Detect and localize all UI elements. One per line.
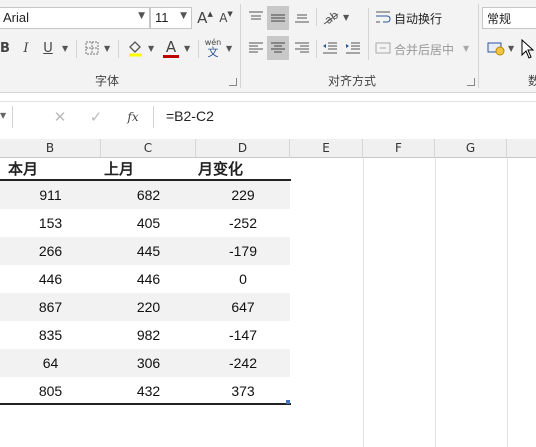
font-name-value: Arial xyxy=(3,10,30,25)
name-box-dropdown-icon[interactable]: ▼ xyxy=(0,111,6,120)
formula-bar: ▼ ✕ ✓ fx =B2-C2 xyxy=(0,101,536,133)
number-format-value: 常规 xyxy=(487,12,512,26)
shrink-font-button[interactable]: A ▼ xyxy=(217,8,235,28)
number-format-combo[interactable]: 常规 xyxy=(482,7,536,29)
formula-input[interactable]: =B2-C2 xyxy=(166,108,214,124)
chevron-down-icon[interactable]: ▼ xyxy=(463,44,469,53)
table-cell[interactable]: 446 xyxy=(101,265,196,293)
chevron-down-icon: ▼ xyxy=(138,11,145,21)
table-cell[interactable]: 647 xyxy=(196,293,290,321)
number-group-label: 数 xyxy=(528,74,536,88)
wrap-text-button[interactable]: 自动换行 xyxy=(394,10,442,27)
mouse-cursor-icon xyxy=(520,38,536,60)
ribbon: Arial ▼ 11 ▼ A ▲ A ▼ B I U ▼ ▼ ▼ A ▼ wén 文… xyxy=(0,0,536,93)
alignment-dialog-launcher[interactable] xyxy=(467,78,475,86)
font-name-combo[interactable]: Arial ▼ xyxy=(0,7,150,29)
chevron-down-icon[interactable]: ▼ xyxy=(148,44,154,53)
font-color-icon: A xyxy=(165,37,177,56)
header-this-month: 本月 xyxy=(8,160,39,178)
increase-indent-icon[interactable] xyxy=(343,37,363,59)
table-cell[interactable]: -242 xyxy=(196,349,290,377)
alignment-group-label: 对齐方式 xyxy=(328,74,377,88)
column-header-g[interactable]: G xyxy=(435,139,507,158)
column-header-h[interactable] xyxy=(507,139,536,158)
table-cell[interactable]: 220 xyxy=(101,293,196,321)
borders-icon[interactable] xyxy=(84,39,100,57)
chevron-down-icon[interactable]: ▼ xyxy=(343,13,349,22)
grow-font-button[interactable]: A ▲ xyxy=(196,8,214,28)
grow-font-icon: A xyxy=(197,9,208,27)
font-group-label: 字体 xyxy=(95,74,120,88)
middle-align-icon[interactable] xyxy=(267,6,289,30)
bold-button[interactable]: B xyxy=(0,38,12,58)
table-cell[interactable]: 432 xyxy=(101,377,196,405)
table-cell[interactable]: 446 xyxy=(0,265,101,293)
column-header-c[interactable]: C xyxy=(101,139,196,158)
underline-icon: U xyxy=(43,40,53,56)
table-cell[interactable]: 266 xyxy=(0,237,101,265)
font-size-combo[interactable]: 11 ▼ xyxy=(150,7,192,29)
table-cell[interactable]: 64 xyxy=(0,349,101,377)
orientation-icon[interactable]: ab xyxy=(320,6,342,28)
table-cell[interactable]: 982 xyxy=(101,321,196,349)
bold-icon: B xyxy=(0,40,10,56)
decrease-indent-icon[interactable] xyxy=(320,37,340,59)
italic-icon: I xyxy=(23,40,29,56)
currency-format-icon[interactable] xyxy=(486,38,506,58)
enter-icon[interactable]: ✓ xyxy=(86,107,106,127)
align-left-icon[interactable] xyxy=(246,37,266,59)
fill-color-icon[interactable] xyxy=(126,38,144,58)
underline-button[interactable]: U xyxy=(40,38,56,58)
font-color-button[interactable]: A xyxy=(162,37,180,59)
wrap-text-icon[interactable] xyxy=(374,7,392,27)
phonetic-guide-button[interactable]: wén 文 xyxy=(204,37,222,59)
column-header-e[interactable]: E xyxy=(290,139,363,158)
column-header-b[interactable]: B xyxy=(0,139,101,158)
column-header-f[interactable]: F xyxy=(363,139,435,158)
table-cell[interactable]: -252 xyxy=(196,209,290,237)
table-cell[interactable]: 405 xyxy=(101,209,196,237)
table-cell[interactable]: 306 xyxy=(101,349,196,377)
fill-handle[interactable] xyxy=(286,400,290,404)
italic-button[interactable]: I xyxy=(18,38,34,58)
table-cell[interactable]: 445 xyxy=(101,237,196,265)
table-cell[interactable]: 153 xyxy=(0,209,101,237)
header-last-month: 上月 xyxy=(104,160,135,178)
column-header-d[interactable]: D xyxy=(196,139,290,158)
cancel-icon[interactable]: ✕ xyxy=(50,107,70,127)
phonetic-bottom: 文 xyxy=(207,45,219,59)
insert-function-icon[interactable]: fx xyxy=(122,107,144,127)
merge-center-icon[interactable] xyxy=(374,38,392,58)
chevron-down-icon[interactable]: ▼ xyxy=(508,44,514,53)
table-cell[interactable]: 835 xyxy=(0,321,101,349)
table-cell[interactable]: 682 xyxy=(101,181,196,209)
bottom-align-icon[interactable] xyxy=(292,6,312,28)
font-dialog-launcher[interactable] xyxy=(229,78,237,86)
table-cell[interactable]: 805 xyxy=(0,377,101,405)
font-size-value: 11 xyxy=(155,10,169,25)
chevron-down-icon[interactable]: ▼ xyxy=(62,44,68,53)
chevron-down-icon[interactable]: ▼ xyxy=(184,44,190,53)
table-cell[interactable]: 911 xyxy=(0,181,101,209)
table-cell[interactable]: -179 xyxy=(196,237,290,265)
table-cell[interactable]: -147 xyxy=(196,321,290,349)
merge-center-button[interactable]: 合并后居中 xyxy=(394,41,454,58)
table-cell[interactable]: 373 xyxy=(196,377,290,405)
shrink-font-icon: A xyxy=(219,11,228,25)
chevron-down-icon[interactable]: ▼ xyxy=(104,44,110,53)
svg-text:ab: ab xyxy=(322,9,340,25)
chevron-down-icon: ▼ xyxy=(180,11,187,21)
chevron-down-icon[interactable]: ▼ xyxy=(226,44,232,53)
table-cell[interactable]: 229 xyxy=(196,181,290,209)
align-center-icon[interactable] xyxy=(267,36,289,60)
table-cell[interactable]: 0 xyxy=(196,265,290,293)
top-align-icon[interactable] xyxy=(246,6,266,28)
align-right-icon[interactable] xyxy=(292,37,312,59)
header-monthly-change: 月变化 xyxy=(198,160,244,178)
table-cell[interactable]: 867 xyxy=(0,293,101,321)
